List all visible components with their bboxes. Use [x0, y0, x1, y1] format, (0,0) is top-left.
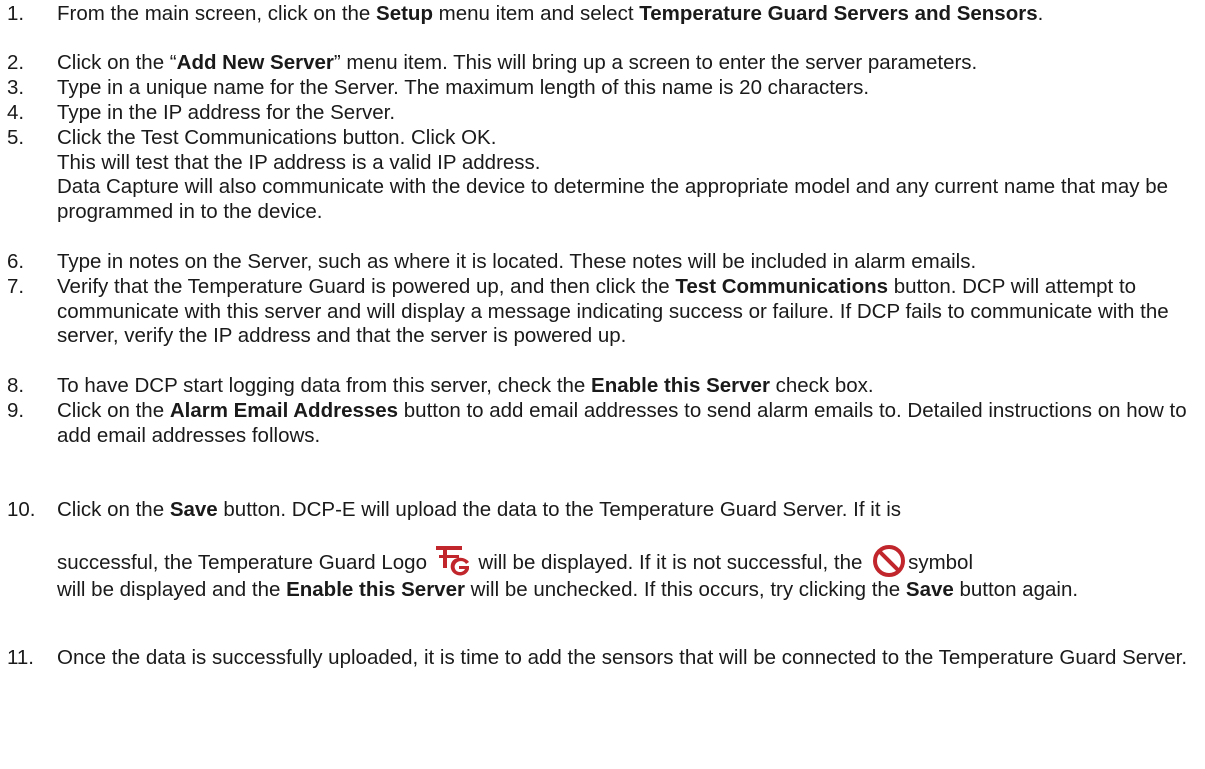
step-number: 8. — [7, 374, 25, 397]
step-number: 3. — [7, 76, 25, 99]
step-number: 1. — [7, 2, 25, 25]
step-text: From the main screen, click on the Setup… — [57, 2, 1044, 25]
step-number: 5. — [7, 126, 25, 149]
step-text: Click on the “Add New Server” menu item.… — [57, 51, 978, 74]
step-text: Click on the Save button. DCP-E will upl… — [57, 498, 1079, 601]
step-number: 7. — [7, 275, 25, 298]
step-number: 11. — [7, 646, 34, 669]
step-number: 2. — [7, 51, 25, 74]
step-text: Once the data is successfully uploaded, … — [57, 646, 1188, 669]
step-text: Type in a unique name for the Server. Th… — [57, 76, 870, 99]
prohibited-icon — [873, 544, 906, 577]
step-text: Click on the Alarm Email Addresses butto… — [57, 399, 1187, 447]
step-text: Type in notes on the Server, such as whe… — [57, 250, 977, 273]
temperature-guard-logo-icon — [435, 545, 469, 575]
step-number: 6. — [7, 250, 25, 273]
step-number: 10. — [7, 498, 36, 521]
step-text: To have DCP start logging data from this… — [57, 374, 874, 397]
step-text: Verify that the Temperature Guard is pow… — [57, 275, 1169, 347]
step-number: 9. — [7, 399, 25, 422]
step-text: Click the Test Communications button. Cl… — [57, 126, 1169, 223]
step-text: Type in the IP address for the Server. — [57, 101, 396, 124]
step-number: 4. — [7, 101, 25, 124]
